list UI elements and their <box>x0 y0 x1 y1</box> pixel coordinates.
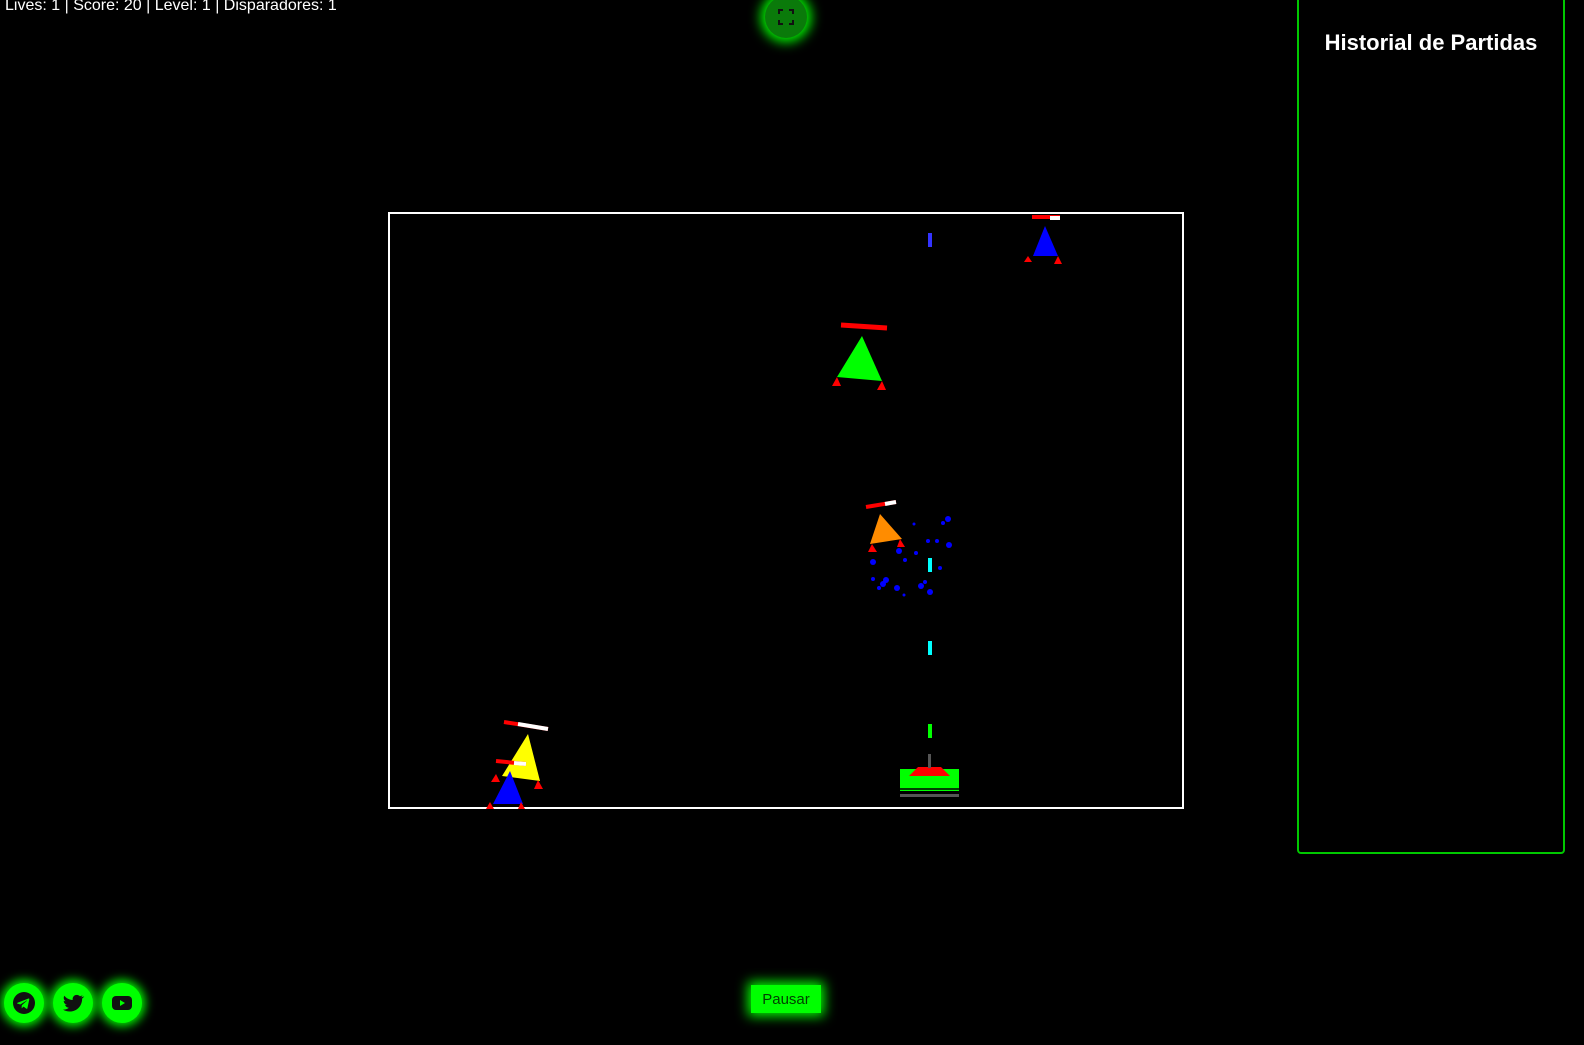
telegram-icon <box>13 992 35 1014</box>
pause-button[interactable]: Pausar <box>751 985 821 1013</box>
player-bullet <box>928 558 932 572</box>
enemy-ship-blue <box>1024 215 1062 264</box>
youtube-icon <box>112 996 132 1010</box>
match-history-panel: Historial de Partidas <box>1297 0 1565 854</box>
hud-status: Lives: 1 | Score: 20 | Level: 1 | Dispar… <box>5 0 337 14</box>
player-bullet <box>928 724 932 738</box>
enemy-ship-yellow <box>491 720 549 789</box>
player-tank <box>900 754 959 797</box>
game-scene <box>486 215 1062 809</box>
youtube-button[interactable] <box>102 983 142 1023</box>
fullscreen-icon <box>778 9 794 25</box>
enemy-ship-orange <box>865 500 905 552</box>
twitter-icon <box>63 994 85 1012</box>
enemy-bullet <box>928 233 932 247</box>
match-history-title: Historial de Partidas <box>1324 30 1538 55</box>
twitter-button[interactable] <box>53 983 93 1023</box>
player-bullet <box>928 641 932 655</box>
fullscreen-button[interactable] <box>765 0 807 38</box>
game-canvas[interactable] <box>388 212 1184 809</box>
telegram-button[interactable] <box>4 983 44 1023</box>
enemy-ship-green <box>832 322 888 390</box>
